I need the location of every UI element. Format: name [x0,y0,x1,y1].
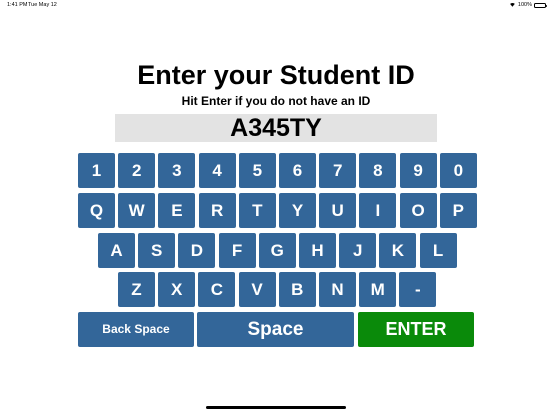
key-z[interactable]: Z [118,272,155,307]
key-k[interactable]: K [379,233,417,268]
key-8[interactable]: 8 [359,153,397,188]
key-j[interactable]: J [339,233,377,268]
key-4[interactable]: 4 [198,153,236,188]
key-m[interactable]: M [359,272,397,307]
key-n[interactable]: N [319,272,356,307]
space-key[interactable]: Space [197,312,354,347]
key-u[interactable]: U [319,193,357,228]
key-p[interactable]: P [439,193,477,228]
key-9[interactable]: 9 [399,153,437,188]
key-x[interactable]: X [158,272,196,307]
key-q[interactable]: Q [78,193,115,228]
key-a[interactable]: A [98,233,135,268]
key-2[interactable]: 2 [118,153,156,188]
home-indicator [206,406,346,409]
key-b[interactable]: B [278,272,316,307]
key-c[interactable]: C [198,272,236,307]
key-s[interactable]: S [138,233,176,268]
key-6[interactable]: 6 [279,153,316,188]
key-t[interactable]: T [238,193,276,228]
key-h[interactable]: H [299,233,336,268]
backspace-key[interactable]: Back Space [78,312,194,347]
key-dash[interactable]: - [399,272,437,307]
on-screen-keyboard: 1234567890 QWERTYUIOP ASDFGHJKL ZXCVBNM- [0,0,552,414]
key-5[interactable]: 5 [238,153,276,188]
key-0[interactable]: 0 [439,153,477,188]
key-y[interactable]: Y [279,193,316,228]
key-v[interactable]: V [238,272,276,307]
key-7[interactable]: 7 [319,153,357,188]
key-3[interactable]: 3 [158,153,196,188]
key-d[interactable]: D [178,233,216,268]
key-l[interactable]: L [419,233,457,268]
key-1[interactable]: 1 [78,153,115,188]
key-w[interactable]: W [118,193,156,228]
key-f[interactable]: F [218,233,256,268]
key-i[interactable]: I [359,193,397,228]
key-g[interactable]: G [258,233,296,268]
key-o[interactable]: O [399,193,437,228]
key-r[interactable]: R [198,193,236,228]
key-e[interactable]: E [158,193,196,228]
enter-key[interactable]: ENTER [358,312,474,347]
